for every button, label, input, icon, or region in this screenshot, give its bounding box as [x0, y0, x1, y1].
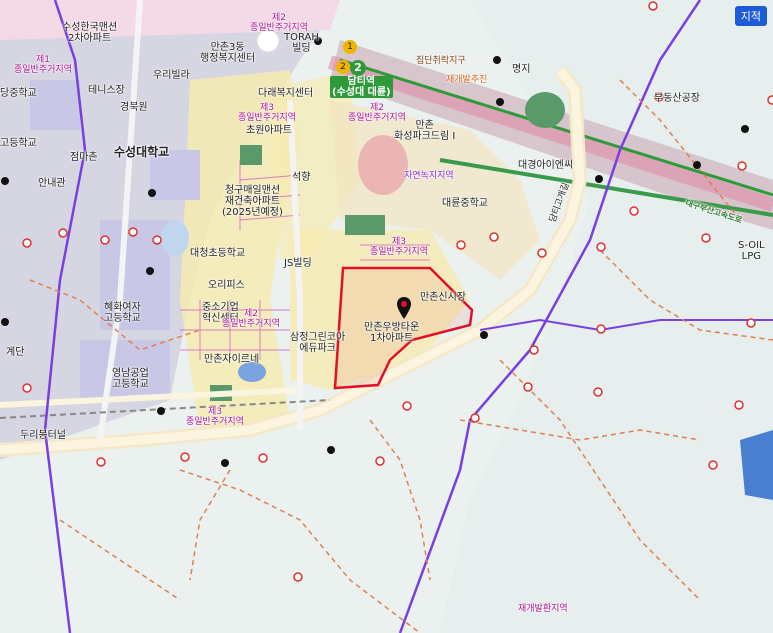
label-daecheong-el[interactable]: 대청초등학교 [190, 248, 245, 259]
label-manchon-jai[interactable]: 만촌자이르네 [204, 354, 259, 365]
label-ucheon3[interactable]: 만촌3동 행정복지센터 [200, 42, 255, 64]
label-yeongnam[interactable]: 영남공업 고등학교 [112, 368, 149, 390]
label-jaebal-bottom: 재개발환지역 [518, 604, 568, 614]
label-gyedan[interactable]: 계단 [6, 347, 24, 358]
label-myeongji[interactable]: 명지 [512, 64, 530, 75]
cadastral-toggle-button[interactable]: 지적 [734, 6, 767, 26]
location-pin-icon[interactable] [397, 297, 411, 319]
label-daegyeong[interactable]: 대경아이엔씨 [518, 160, 573, 171]
label-dangjung[interactable]: 당중학교 [0, 88, 37, 99]
label-budongsan[interactable]: 부동산공장 [654, 93, 700, 104]
map-canvas[interactable]: 1 2 2 수성한국맨션 2차아파트 만촌3동 행정복지센터 TORAH 빌딩 다래복… [0, 0, 773, 633]
label-zone-2: 제3 종일반주거지역 [238, 103, 296, 123]
label-js[interactable]: JS빌딩 [284, 258, 312, 269]
label-gyeongbuk[interactable]: 경북원 [120, 102, 148, 113]
label-seokhyang[interactable]: 석향 [292, 172, 310, 183]
label-zone-7: 제1 종일반주거지역 [14, 55, 72, 75]
label-annaegwan[interactable]: 안내관 [38, 178, 66, 189]
line1-badge: 1 [343, 40, 357, 54]
label-soil[interactable]: S-OIL LPG [738, 240, 765, 262]
label-samcheong[interactable]: 삼정그린코아 에듀파크 [290, 332, 345, 354]
label-market[interactable]: 만촌신시장 [420, 292, 466, 303]
label-tenis[interactable]: 테니스장 [88, 85, 125, 96]
label-jammae[interactable]: 점마촌 [70, 152, 98, 163]
label-jangdan: 집단취락지구 [416, 56, 466, 66]
label-jaebal: 재개발추진 [446, 75, 488, 85]
label-suseong-2[interactable]: 수성한국맨션 2차아파트 [62, 22, 117, 44]
label-woobang[interactable]: 만촌우방타운 1차아파트 [364, 322, 419, 344]
label-uriv[interactable]: 우리빌라 [153, 70, 190, 81]
line2-badge[interactable]: 2 [350, 60, 366, 76]
label-suseong-univ[interactable]: 수성대학교 [114, 145, 169, 159]
label-chowon[interactable]: 초원아파트 [246, 125, 292, 136]
label-zone-5: 제2 종일반주거지역 [222, 309, 280, 329]
label-daragwa[interactable]: 다래복지센터 [258, 88, 313, 99]
label-daeryun[interactable]: 대륜중학교 [442, 198, 488, 209]
label-zone-3: 제2 종일반주거지역 [348, 103, 406, 123]
label-zone-4: 제3 종일반주거지역 [370, 237, 428, 257]
label-hwahyeon[interactable]: 혜화여자 고등학교 [104, 302, 141, 324]
label-orifice[interactable]: 오리피스 [208, 280, 245, 291]
line2-badge-small: 2 [336, 60, 350, 74]
label-jayeon: 자연녹지지역 [404, 171, 454, 181]
label-jeonggu[interactable]: 청구매일맨션 재건축아파트 (2025년예정) [222, 185, 283, 218]
label-godeung[interactable]: 고등학교 [0, 138, 37, 149]
label-zone-6: 제3 종일반주거지역 [186, 407, 244, 427]
label-zone-1: 제2 종일반주거지역 [250, 13, 308, 33]
label-torah[interactable]: TORAH 빌딩 [284, 32, 319, 54]
label-durebong[interactable]: 두리봉터널 [20, 430, 66, 441]
label-damti-station[interactable]: 담티역 (수성대 대륜) [330, 76, 393, 98]
